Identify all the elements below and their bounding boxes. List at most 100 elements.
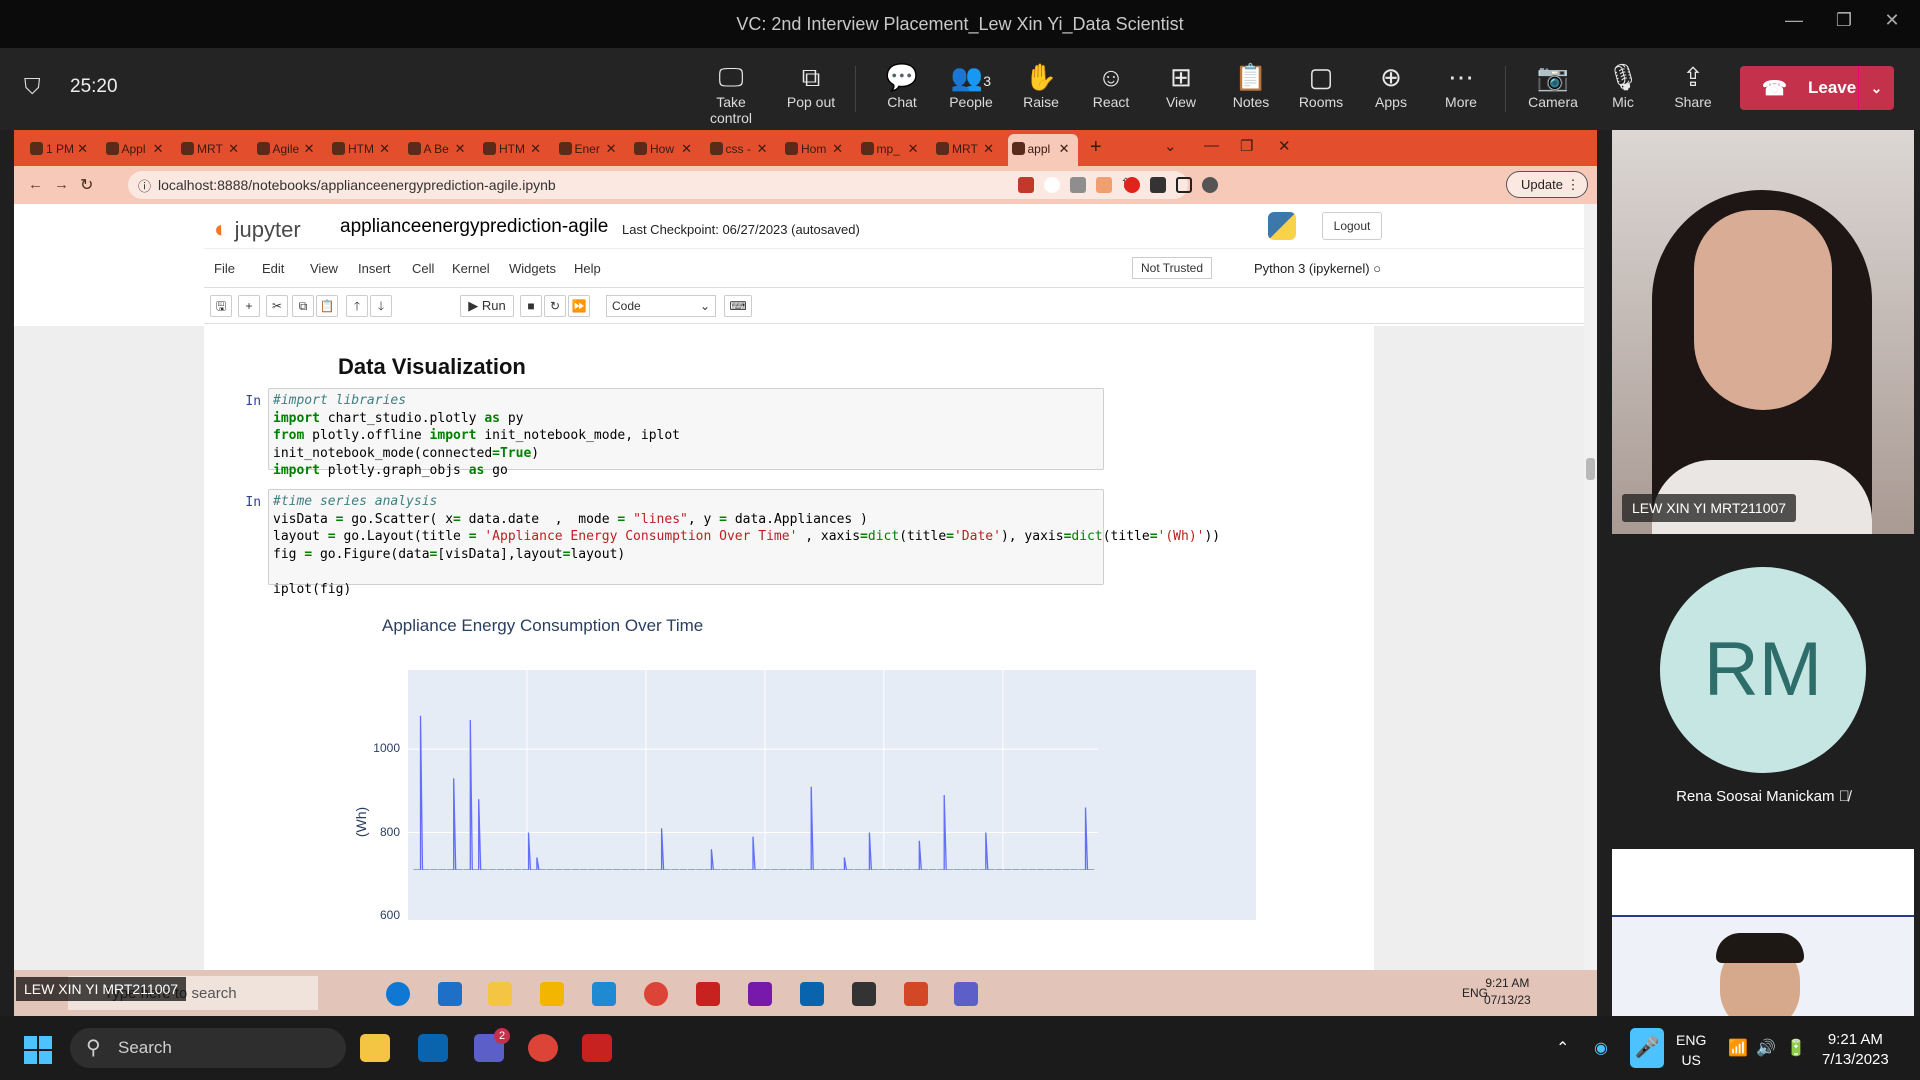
- menu-insert[interactable]: Insert: [358, 261, 391, 276]
- browser-tab[interactable]: css - ✕: [706, 134, 776, 166]
- close-tab-icon[interactable]: ✕: [606, 141, 617, 157]
- menu-kernel[interactable]: Kernel: [452, 261, 490, 276]
- browser-tab[interactable]: 1 PM ✕: [26, 134, 96, 166]
- chevron-up-icon[interactable]: ⌃: [1556, 1038, 1569, 1058]
- close-tab-icon[interactable]: ✕: [757, 141, 768, 157]
- menu-cell[interactable]: Cell: [412, 261, 434, 276]
- puzzle-icon[interactable]: [1150, 177, 1166, 193]
- view-button[interactable]: ⊞ View: [1145, 60, 1217, 110]
- rooms-button[interactable]: ▢ Rooms: [1285, 60, 1357, 110]
- close-tab-icon[interactable]: ✕: [77, 141, 88, 157]
- minimize-icon[interactable]: —: [1204, 137, 1219, 154]
- close-tab-icon[interactable]: ✕: [153, 141, 164, 157]
- close-icon[interactable]: ✕: [1278, 137, 1291, 155]
- keyboard-icon[interactable]: ⌨: [724, 295, 752, 317]
- powerpoint-icon[interactable]: [904, 982, 928, 1006]
- page-scrollbar[interactable]: [1584, 204, 1597, 1016]
- file-explorer-icon[interactable]: [360, 1034, 390, 1062]
- chevron-down-icon[interactable]: ⌄: [1164, 137, 1177, 155]
- extension-icon[interactable]: [1096, 177, 1112, 193]
- stop-icon[interactable]: ■: [520, 295, 542, 317]
- take-control-button[interactable]: 🖵 Take control: [695, 60, 767, 126]
- close-tab-icon[interactable]: ✕: [455, 141, 466, 157]
- extension-icon[interactable]: [1018, 177, 1034, 193]
- save-icon[interactable]: 🖫: [210, 295, 232, 317]
- vscode-icon[interactable]: [592, 982, 616, 1006]
- restore-icon[interactable]: ❐: [1824, 10, 1864, 36]
- new-tab-icon[interactable]: +: [1090, 136, 1102, 159]
- chat-button[interactable]: 💬 Chat: [866, 60, 938, 110]
- menu-widgets[interactable]: Widgets: [509, 261, 556, 276]
- close-tab-icon[interactable]: ✕: [832, 141, 843, 157]
- apps-button[interactable]: ⊕ Apps: [1355, 60, 1427, 110]
- scroll-thumb[interactable]: [1586, 458, 1595, 480]
- participant-video[interactable]: [1612, 849, 1914, 1016]
- volume-icon[interactable]: 🔊: [1756, 1038, 1776, 1058]
- browser-tab[interactable]: mp_ ✕: [857, 134, 927, 166]
- teams-icon[interactable]: 2: [474, 1028, 510, 1062]
- paste-icon[interactable]: 📋: [316, 295, 338, 317]
- notebook-name[interactable]: applianceenergyprediction-agile: [340, 216, 608, 238]
- code-cell[interactable]: #import libraries import chart_studio.plo…: [268, 388, 1104, 478]
- menu-view[interactable]: View: [310, 261, 338, 276]
- browser-tab[interactable]: Agile ✕: [253, 134, 323, 166]
- logout-button[interactable]: Logout: [1322, 212, 1382, 240]
- reload-icon[interactable]: ↻: [80, 175, 93, 195]
- teams-icon[interactable]: [954, 982, 978, 1006]
- close-icon[interactable]: ✕: [1872, 10, 1912, 36]
- close-tab-icon[interactable]: ✕: [681, 141, 692, 157]
- raise-button[interactable]: ✋ Raise: [1005, 60, 1077, 110]
- outlook-icon[interactable]: [418, 1034, 448, 1062]
- camera-button[interactable]: 📷 Camera: [1517, 60, 1589, 110]
- copilot-icon[interactable]: ◉: [1594, 1038, 1608, 1058]
- chrome-icon[interactable]: [528, 1034, 558, 1062]
- extension-icon[interactable]: [1070, 177, 1086, 193]
- close-tab-icon[interactable]: ✕: [908, 141, 919, 157]
- browser-tab[interactable]: Ener ✕: [555, 134, 625, 166]
- browser-tab[interactable]: Appl ✕: [102, 134, 172, 166]
- code-cell[interactable]: #time series analysis visData = go.Scatte…: [268, 489, 1220, 597]
- close-tab-icon[interactable]: ✕: [1059, 141, 1070, 157]
- close-tab-icon[interactable]: ✕: [530, 141, 541, 157]
- browser-tab[interactable]: A Be ✕: [404, 134, 474, 166]
- browser-tab[interactable]: MRT ✕: [932, 134, 1002, 166]
- terminal-icon[interactable]: [852, 982, 876, 1006]
- taskbar-clock[interactable]: 9:21 AM 7/13/2023: [1822, 1030, 1889, 1070]
- close-tab-icon[interactable]: ✕: [304, 141, 315, 157]
- close-tab-icon[interactable]: ✕: [983, 141, 994, 157]
- restore-icon[interactable]: ❐: [1240, 137, 1253, 155]
- language-indicator[interactable]: ENG US: [1676, 1030, 1706, 1070]
- fast-forward-icon[interactable]: ⏩: [568, 295, 590, 317]
- mic-button[interactable]: 🎙 Mic: [1587, 60, 1659, 110]
- restart-icon[interactable]: ↻: [544, 295, 566, 317]
- menu-edit[interactable]: Edit: [262, 261, 284, 276]
- battery-icon[interactable]: 🔋: [1786, 1038, 1806, 1058]
- chrome-icon[interactable]: [644, 982, 668, 1006]
- react-button[interactable]: ☺ React: [1075, 60, 1147, 110]
- pop-out-button[interactable]: ⧉ Pop out: [775, 60, 847, 110]
- mail-icon[interactable]: [438, 982, 462, 1006]
- run-button[interactable]: ▶ Run: [460, 295, 514, 317]
- jupyter-logo[interactable]: ◐ jupyter: [214, 216, 301, 244]
- extension-icon[interactable]: [1044, 177, 1060, 193]
- forward-icon[interactable]: →: [54, 176, 69, 193]
- cell-type-select[interactable]: Code ⌄: [606, 295, 716, 317]
- menu-help[interactable]: Help: [574, 261, 601, 276]
- edge-icon[interactable]: [386, 982, 410, 1006]
- cut-icon[interactable]: ✂: [266, 295, 288, 317]
- kernel-indicator[interactable]: Python 3 (ipykernel) ○: [1254, 261, 1381, 276]
- browser-tab[interactable]: MRT ✕: [177, 134, 247, 166]
- people-button[interactable]: 👥3 People: [935, 60, 1007, 110]
- close-tab-icon[interactable]: ✕: [379, 141, 390, 157]
- browser-tab[interactable]: HTM ✕: [479, 134, 549, 166]
- onenote-icon[interactable]: [748, 982, 772, 1006]
- leave-button[interactable]: ☎ Leave ⌄: [1740, 66, 1894, 110]
- power-bi-icon[interactable]: [540, 982, 564, 1006]
- move-up-icon[interactable]: 🡑: [346, 295, 368, 317]
- opera-extension-icon[interactable]: [1124, 177, 1140, 193]
- browser-tab[interactable]: How ✕: [630, 134, 700, 166]
- acrobat-icon[interactable]: [582, 1034, 612, 1062]
- profile-icon[interactable]: [1202, 177, 1218, 193]
- menu-file[interactable]: File: [214, 261, 235, 276]
- trust-indicator[interactable]: Not Trusted: [1132, 257, 1212, 279]
